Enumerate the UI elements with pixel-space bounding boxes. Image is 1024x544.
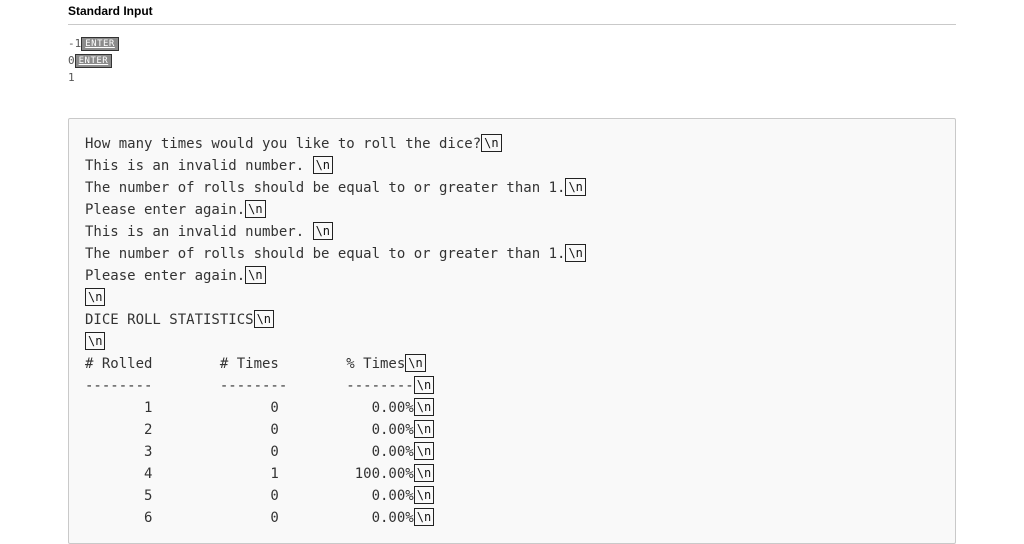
separator xyxy=(68,24,956,25)
newline-icon: \n xyxy=(245,200,265,218)
output-line: The number of rolls should be equal to o… xyxy=(85,243,939,265)
output-text: 4 1 100.00% xyxy=(85,466,414,482)
input-line: 1 xyxy=(68,69,956,86)
input-text: 0 xyxy=(68,54,75,67)
output-line: DICE ROLL STATISTICS\n xyxy=(85,309,939,331)
output-line: This is an invalid number. \n xyxy=(85,221,939,243)
newline-icon: \n xyxy=(481,134,501,152)
newline-icon: \n xyxy=(414,442,434,460)
output-line: # Rolled # Times % Times\n xyxy=(85,353,939,375)
output-text: This is an invalid number. xyxy=(85,158,313,174)
enter-key-icon: ENTER xyxy=(81,37,119,51)
output-text: This is an invalid number. xyxy=(85,224,313,240)
enter-key-icon: ENTER xyxy=(75,54,113,68)
output-line: \n xyxy=(85,287,939,309)
output-text: How many times would you like to roll th… xyxy=(85,136,481,152)
standard-input-block: -1ENTER0ENTER1 xyxy=(68,31,956,96)
page: Standard Input -1ENTER0ENTER1 How many t… xyxy=(0,0,1024,544)
input-text: 1 xyxy=(68,71,75,84)
input-line: -1ENTER xyxy=(68,35,956,52)
output-text: 2 0 0.00% xyxy=(85,422,414,438)
newline-icon: \n xyxy=(414,376,434,394)
input-text: -1 xyxy=(68,37,81,50)
newline-icon: \n xyxy=(414,508,434,526)
output-text: Please enter again. xyxy=(85,202,245,218)
output-line: \n xyxy=(85,331,939,353)
newline-icon: \n xyxy=(414,398,434,416)
output-line: Please enter again.\n xyxy=(85,199,939,221)
output-line: 5 0 0.00%\n xyxy=(85,485,939,507)
input-line: 0ENTER xyxy=(68,52,956,69)
newline-icon: \n xyxy=(414,420,434,438)
output-text: # Rolled # Times % Times xyxy=(85,356,405,372)
newline-icon: \n xyxy=(85,288,105,306)
output-line: -------- -------- --------\n xyxy=(85,375,939,397)
newline-icon: \n xyxy=(565,244,585,262)
output-text: DICE ROLL STATISTICS xyxy=(85,312,254,328)
output-text: The number of rolls should be equal to o… xyxy=(85,246,565,262)
output-line: 4 1 100.00%\n xyxy=(85,463,939,485)
newline-icon: \n xyxy=(85,332,105,350)
output-text: 1 0 0.00% xyxy=(85,400,414,416)
output-text: 3 0 0.00% xyxy=(85,444,414,460)
output-line: This is an invalid number. \n xyxy=(85,155,939,177)
newline-icon: \n xyxy=(245,266,265,284)
output-line: 1 0 0.00%\n xyxy=(85,397,939,419)
section-title: Standard Input xyxy=(68,0,956,24)
output-line: How many times would you like to roll th… xyxy=(85,133,939,155)
output-text: 6 0 0.00% xyxy=(85,510,414,526)
output-line: 2 0 0.00%\n xyxy=(85,419,939,441)
output-text: -------- -------- -------- xyxy=(85,378,414,394)
output-line: Please enter again.\n xyxy=(85,265,939,287)
newline-icon: \n xyxy=(414,464,434,482)
newline-icon: \n xyxy=(254,310,274,328)
output-text: Please enter again. xyxy=(85,268,245,284)
output-line: 6 0 0.00%\n xyxy=(85,507,939,529)
output-text: 5 0 0.00% xyxy=(85,488,414,504)
newline-icon: \n xyxy=(405,354,425,372)
newline-icon: \n xyxy=(313,156,333,174)
output-panel: How many times would you like to roll th… xyxy=(68,118,956,544)
output-line: 3 0 0.00%\n xyxy=(85,441,939,463)
newline-icon: \n xyxy=(565,178,585,196)
newline-icon: \n xyxy=(414,486,434,504)
newline-icon: \n xyxy=(313,222,333,240)
output-text: The number of rolls should be equal to o… xyxy=(85,180,565,196)
output-line: The number of rolls should be equal to o… xyxy=(85,177,939,199)
